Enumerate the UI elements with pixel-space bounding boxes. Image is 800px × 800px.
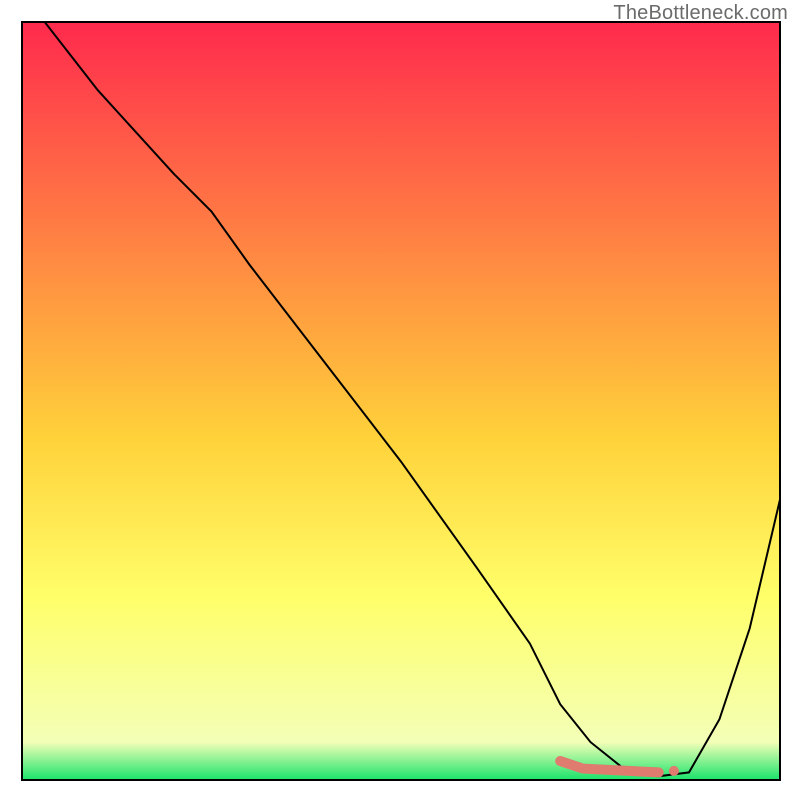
chart-container: { "watermark": "TheBottleneck.com", "cha… [0, 0, 800, 800]
plot-background [22, 22, 780, 780]
valley-dot [669, 766, 679, 776]
chart-svg [0, 0, 800, 800]
watermark-text: TheBottleneck.com [613, 2, 788, 25]
